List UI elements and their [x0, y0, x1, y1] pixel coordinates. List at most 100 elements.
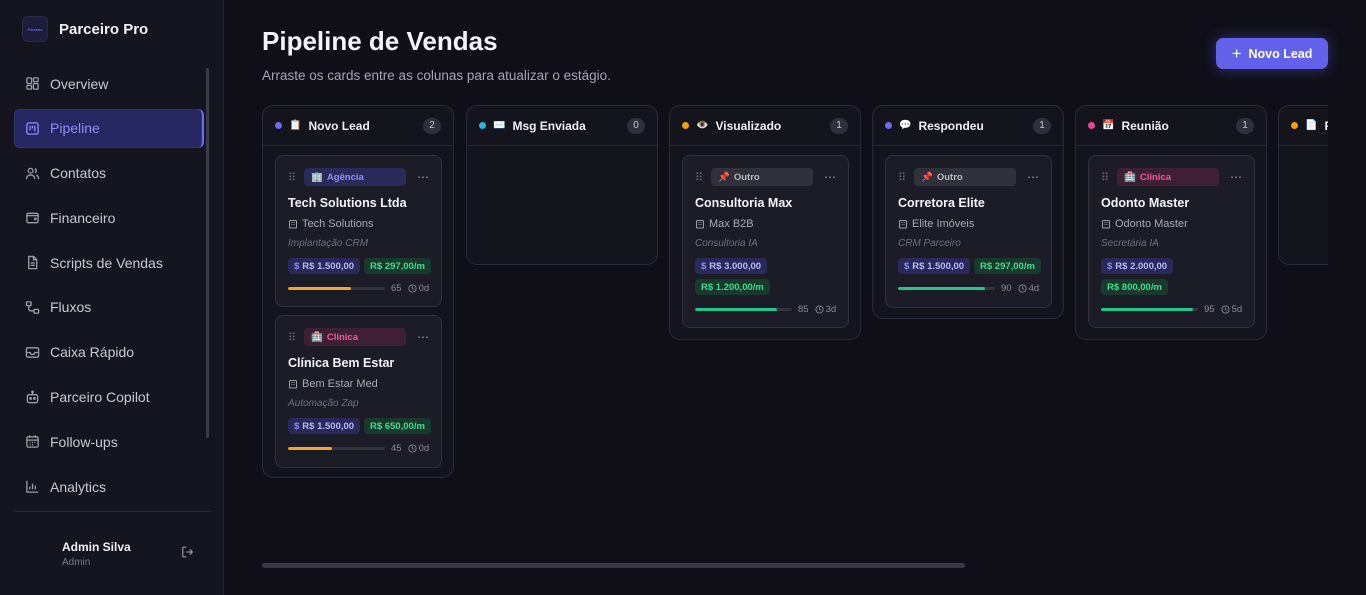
score-value: 90: [1001, 282, 1012, 294]
user-name: Admin Silva: [62, 540, 131, 554]
card-note: Consultoria IA: [695, 238, 758, 249]
user-profile[interactable]: Admin Silva Admin: [62, 540, 131, 568]
calendar-icon: [24, 434, 40, 450]
sidebar-item-financeiro[interactable]: Financeiro: [14, 198, 204, 237]
sidebar-item-pipeline[interactable]: Pipeline: [14, 108, 204, 148]
score-bar: [288, 286, 385, 290]
setup-value-badge: $ R$ 1.500,00: [898, 258, 971, 274]
mrr-value-badge: R$ 650,00/m: [364, 418, 431, 434]
plus-icon: +: [1231, 44, 1242, 63]
lead-card[interactable]: ⠿ 🏢 Agência ⋯ Tech Solutions Ltda Tech S…: [275, 155, 442, 307]
card-company: Max B2B: [695, 218, 754, 230]
card-header: ⠿ 📌 Outro ⋯: [695, 168, 836, 186]
setup-value-badge: $ R$ 1.500,00: [288, 258, 361, 274]
kanban-board: 📋 Novo Lead 2 ⠿ 🏢 Agência ⋯ Tech Solutio…: [262, 105, 1328, 555]
column-msg-enviada[interactable]: ✉️ Msg Enviada 0: [466, 105, 658, 265]
column-status-dot: [885, 122, 892, 129]
more-options-icon[interactable]: ⋯: [1027, 170, 1039, 184]
more-options-icon[interactable]: ⋯: [417, 170, 429, 184]
sidebar-item-label: Caixa Rápido: [50, 344, 135, 361]
clock-icon: [408, 283, 417, 293]
lead-card[interactable]: ⠿ 🏥 Clínica ⋯ Clínica Bem Estar Bem Esta…: [275, 315, 442, 468]
mrr-value-badge: R$ 297,00/m: [974, 258, 1041, 274]
column-title: P: [1324, 119, 1328, 133]
score-row: 85 3d: [695, 303, 838, 315]
drag-handle-icon[interactable]: ⠿: [695, 171, 703, 184]
card-company: Odonto Master: [1101, 218, 1188, 230]
column-title: Reunião: [1121, 118, 1169, 133]
score-bar: [288, 446, 385, 450]
logout-icon[interactable]: [181, 545, 197, 561]
lead-card[interactable]: ⠿ 📌 Outro ⋯ Corretora Elite Elite Imóvei…: [885, 155, 1052, 308]
score-value: 65: [391, 282, 402, 294]
wallet-icon: [24, 210, 40, 226]
sidebar-item-label: Pipeline: [50, 120, 100, 137]
card-note: Automação Zap: [288, 398, 359, 409]
sidebar-item-label: Overview: [50, 75, 109, 92]
category-label: Outro: [733, 171, 760, 183]
sidebar-item-label: Scripts de Vendas: [50, 254, 163, 271]
clock-icon: [408, 443, 417, 453]
lead-card[interactable]: ⠿ 🏥 Clínica ⋯ Odonto Master Odonto Maste…: [1088, 155, 1255, 328]
brand[interactable]: Parceiro Parceiro Pro: [22, 16, 148, 42]
score-row: 90 4d: [898, 282, 1041, 294]
new-lead-button[interactable]: + Novo Lead: [1216, 38, 1328, 69]
sidebar-item-label: Financeiro: [50, 209, 116, 226]
card-header: ⠿ 🏥 Clínica ⋯: [1101, 168, 1242, 186]
column-title: Respondeu: [918, 118, 984, 133]
card-title: Odonto Master: [1101, 196, 1190, 210]
sidebar-item-overview[interactable]: Overview: [14, 64, 204, 103]
drag-handle-icon[interactable]: ⠿: [288, 171, 296, 184]
lead-card[interactable]: ⠿ 📌 Outro ⋯ Consultoria Max Max B2B Cons…: [682, 155, 849, 328]
column-header: 💬 Respondeu 1: [873, 106, 1063, 146]
category-label: Clínica: [1139, 171, 1171, 183]
column-visualizado[interactable]: 👁️ Visualizado 1 ⠿ 📌 Outro ⋯ Consultoria…: [669, 105, 861, 340]
drag-handle-icon[interactable]: ⠿: [1101, 171, 1109, 184]
users-icon: [24, 165, 40, 181]
category-tag: 🏢 Agência: [304, 168, 406, 186]
sidebar-item-parceiro-copilot[interactable]: Parceiro Copilot: [14, 378, 204, 417]
sidebar-scrollbar[interactable]: [206, 68, 209, 438]
column-status-dot: [479, 122, 486, 129]
setup-value: R$ 2.000,00: [1115, 260, 1168, 272]
column-count: 1: [1033, 117, 1051, 134]
drag-handle-icon[interactable]: ⠿: [898, 171, 906, 184]
sidebar-item-follow-ups[interactable]: Follow-ups: [14, 422, 204, 461]
company-name: Elite Imóveis: [912, 218, 975, 230]
column-respondeu[interactable]: 💬 Respondeu 1 ⠿ 📌 Outro ⋯ Corretora Elit…: [872, 105, 1064, 319]
card-header: ⠿ 🏢 Agência ⋯: [288, 168, 429, 186]
card-company: Tech Solutions: [288, 218, 374, 230]
score-bar-fill: [288, 286, 352, 290]
clock-icon: [1018, 283, 1027, 293]
setup-value: R$ 1.500,00: [302, 260, 355, 272]
clipboard-icon: 📋: [289, 120, 302, 131]
kanban-icon: [24, 120, 40, 136]
column-reuniao[interactable]: 📅 Reunião 1 ⠿ 🏥 Clínica ⋯ Odonto Master …: [1075, 105, 1267, 340]
score-bar-fill: [695, 307, 778, 311]
sidebar-item-caixa-rapido[interactable]: Caixa Rápido: [14, 333, 204, 372]
card-header: ⠿ 📌 Outro ⋯: [898, 168, 1039, 186]
column-partial[interactable]: 📄 P: [1278, 105, 1328, 265]
sidebar-item-scripts[interactable]: Scripts de Vendas: [14, 243, 204, 282]
column-header: 📄 P: [1279, 106, 1328, 146]
score-bar-fill: [898, 286, 986, 290]
more-options-icon[interactable]: ⋯: [824, 170, 836, 184]
days-value: 4d: [1028, 282, 1040, 294]
score-row: 45 0d: [288, 442, 431, 454]
speech-bubble-icon: 💬: [899, 120, 912, 131]
dollar-icon: $: [701, 260, 707, 272]
sidebar-item-contatos[interactable]: Contatos: [14, 154, 204, 193]
days-value: 0d: [418, 282, 430, 294]
drag-handle-icon[interactable]: ⠿: [288, 331, 296, 344]
column-status-dot: [275, 122, 282, 129]
sidebar-item-fluxos[interactable]: Fluxos: [14, 288, 204, 327]
sidebar-item-analytics[interactable]: Analytics: [14, 467, 204, 506]
board-horizontal-scrollbar[interactable]: [262, 563, 965, 568]
score-bar-fill: [1101, 307, 1194, 311]
more-options-icon[interactable]: ⋯: [417, 330, 429, 344]
card-title: Consultoria Max: [695, 196, 793, 210]
card-note: CRM Parceiro: [898, 238, 961, 249]
more-options-icon[interactable]: ⋯: [1230, 170, 1242, 184]
setup-value-badge: $ R$ 2.000,00: [1101, 258, 1174, 274]
column-novo-lead[interactable]: 📋 Novo Lead 2 ⠿ 🏢 Agência ⋯ Tech Solutio…: [262, 105, 454, 478]
